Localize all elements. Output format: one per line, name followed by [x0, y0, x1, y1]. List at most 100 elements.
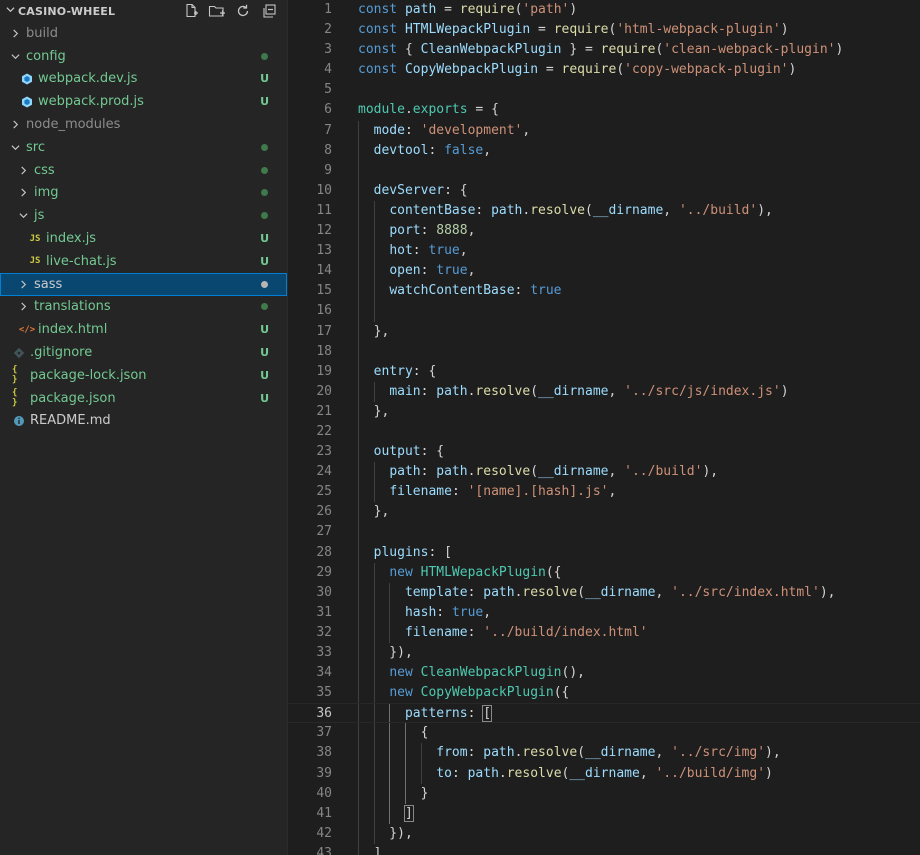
code-line[interactable]: 12 port: 8888, [288, 221, 920, 242]
code-line[interactable]: 20 main: path.resolve(__dirname, '../src… [288, 381, 920, 402]
code-line[interactable]: 34 new CleanWebpackPlugin(), [288, 663, 920, 684]
code-line[interactable]: 8 devtool: false, [288, 140, 920, 161]
git-change-dot [261, 52, 268, 60]
code-line[interactable]: 26 }, [288, 502, 920, 523]
file-package-lock-json[interactable]: { } package-lock.json U [0, 364, 287, 387]
code-line[interactable]: 27 [288, 522, 920, 543]
line-number: 4 [324, 62, 332, 78]
code-line[interactable]: 14 open: true, [288, 261, 920, 282]
tree-item-label: index.js [46, 231, 97, 247]
js-file-icon: JS [29, 233, 41, 244]
line-code: main: path.resolve(__dirname, '../src/js… [389, 383, 789, 399]
code-line[interactable]: 31 hash: true, [288, 602, 920, 623]
line-number: 3 [324, 42, 332, 58]
tree-item-label: css [34, 162, 55, 178]
line-number: 16 [316, 303, 332, 319]
indent-guide [373, 301, 375, 322]
file-index-js[interactable]: JS index.js U [0, 227, 287, 250]
code-line[interactable]: 19 entry: { [288, 361, 920, 382]
webpack-file-icon [20, 96, 34, 108]
code-line[interactable]: 1 const path = require('path') [288, 0, 920, 20]
code-line[interactable]: 3 const { CleanWebpackPlugin } = require(… [288, 40, 920, 60]
file-live-chat-js[interactable]: JS live-chat.js U [0, 250, 287, 273]
code-line[interactable]: 24 path: path.resolve(__dirname, '../bui… [288, 462, 920, 483]
code-line[interactable]: 28 plugins: [ [288, 542, 920, 563]
code-line[interactable]: 39 to: path.resolve(__dirname, '../build… [288, 763, 920, 784]
file-webpack-prod-js[interactable]: webpack.prod.js U [0, 90, 287, 113]
folder-js[interactable]: js [0, 204, 287, 227]
code-line[interactable]: 40 } [288, 783, 920, 804]
line-number: 32 [316, 624, 332, 640]
code-line[interactable]: 10 devServer: { [288, 180, 920, 201]
file-package-json[interactable]: { } package.json U [0, 387, 287, 410]
folder-config[interactable]: config [0, 45, 287, 68]
code-line[interactable]: 36 patterns: [ [288, 703, 920, 724]
code-line[interactable]: 38 from: path.resolve(__dirname, '../src… [288, 743, 920, 764]
code-line[interactable]: 33 }), [288, 643, 920, 664]
json-file-icon: { } [12, 365, 18, 386]
code-line[interactable]: 18 [288, 341, 920, 362]
code-line[interactable]: 21 }, [288, 401, 920, 422]
line-code: module.exports = { [358, 102, 499, 118]
line-number: 19 [316, 363, 332, 379]
code-line[interactable]: 5 [288, 80, 920, 100]
chevron-right-icon [16, 166, 30, 175]
git-change-dot [261, 212, 268, 220]
folder-img[interactable]: img [0, 182, 287, 205]
git-untracked-badge: U [260, 72, 269, 86]
folder-translations[interactable]: translations [0, 296, 287, 319]
code-line[interactable]: 15 watchContentBase: true [288, 281, 920, 302]
code-line[interactable]: 25 filename: '[name].[hash].js', [288, 482, 920, 503]
file-index-html[interactable]: </> index.html U [0, 318, 287, 341]
code-line[interactable]: 2 const HTMLWepackPlugin = require('html-… [288, 20, 920, 40]
chevron-down-icon [4, 5, 16, 17]
line-number: 24 [316, 464, 332, 480]
tree-item-label: README.md [30, 413, 111, 429]
folder-css[interactable]: css [0, 159, 287, 182]
new-file-icon[interactable] [181, 2, 201, 20]
code-line[interactable]: 30 template: path.resolve(__dirname, '..… [288, 582, 920, 603]
file-gitignore[interactable]: .gitignore U [0, 341, 287, 364]
refresh-icon[interactable] [233, 2, 253, 20]
line-number: 17 [316, 323, 332, 339]
explorer-header[interactable]: CASINO-WHEEL [0, 0, 287, 22]
file-readme-md[interactable]: README.md [0, 410, 287, 433]
code-line[interactable]: 43 ], [288, 843, 920, 855]
workspace-title: CASINO-WHEEL [18, 4, 116, 18]
code-line[interactable]: 41 ] [288, 803, 920, 824]
code-line[interactable]: 37 { [288, 723, 920, 744]
line-number: 18 [316, 343, 332, 359]
code-line[interactable]: 32 filename: '../build/index.html' [288, 622, 920, 643]
folder-build[interactable]: build [0, 22, 287, 45]
code-line[interactable]: 13 hot: true, [288, 241, 920, 262]
tree-item-label: index.html [38, 322, 108, 338]
file-webpack-dev-js[interactable]: webpack.dev.js U [0, 68, 287, 91]
json-file-icon: { } [12, 388, 18, 409]
line-number: 23 [316, 444, 332, 460]
code-line[interactable]: 22 [288, 421, 920, 443]
folder-src[interactable]: src [0, 136, 287, 159]
line-number: 6 [324, 102, 332, 118]
collapse-all-icon[interactable] [259, 2, 279, 20]
code-line[interactable]: 11 contentBase: path.resolve(__dirname, … [288, 200, 920, 222]
code-line[interactable]: 17 }, [288, 321, 920, 342]
folder-sass[interactable]: sass [0, 272, 287, 296]
code-line[interactable]: 35 new CopyWebpackPlugin({ [288, 683, 920, 704]
line-number: 5 [324, 82, 332, 98]
code-line[interactable]: 42 }), [288, 823, 920, 844]
line-code: output: { [373, 444, 445, 460]
code-line[interactable]: 4 const CopyWebpackPlugin = require('copy… [288, 60, 920, 80]
line-number: 36 [316, 706, 332, 722]
folder-node-modules[interactable]: node_modules [0, 113, 287, 136]
code-editor[interactable]: 1 const path = require('path') 2 const HTML… [288, 0, 920, 855]
code-line[interactable]: 9 [288, 160, 920, 181]
git-untracked-badge: U [260, 391, 269, 405]
line-number: 20 [316, 383, 332, 399]
code-line[interactable]: 7 mode: 'development', [288, 120, 920, 141]
code-line[interactable]: 29 new HTMLWepackPlugin({ [288, 562, 920, 583]
code-line[interactable]: 16 [288, 301, 920, 322]
new-folder-icon[interactable] [207, 2, 227, 20]
code-line[interactable]: 23 output: { [288, 442, 920, 463]
code-line[interactable]: 6 module.exports = { [288, 100, 920, 120]
chevron-right-icon [16, 188, 30, 197]
